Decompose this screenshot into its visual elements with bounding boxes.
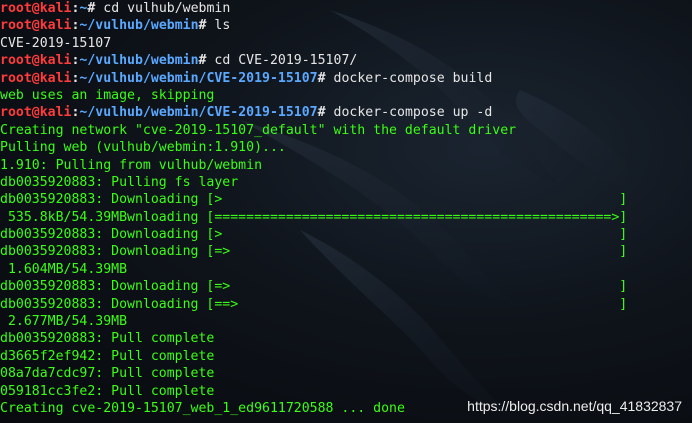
terminal-line: 1.910: Pulling from vulhub/webmin — [0, 157, 627, 174]
prompt-user: root@kali — [0, 105, 72, 121]
output-text: db0035920883: Downloading [=> ] — [0, 279, 628, 295]
terminal-line: root@kali:~/vulhub/webmin# cd CVE-2019-1… — [0, 52, 627, 69]
terminal-line: CVE-2019-15107 — [0, 35, 627, 52]
output-text: 1.604MB/54.39MB — [0, 261, 128, 277]
prompt-symbol: # — [317, 105, 334, 121]
output-text: 535.8kB/54.39MBwnloading [==============… — [0, 209, 628, 225]
terminal-line: 08a7da7cdc97: Pull complete — [0, 365, 627, 382]
terminal-line: 535.8kB/54.39MBwnloading [==============… — [0, 209, 627, 226]
command-text: cd vulhub/webmin — [103, 1, 231, 16]
command-text: ls — [214, 18, 231, 34]
output-text: CVE-2019-15107 — [0, 35, 112, 51]
output-text: db0035920883: Downloading [> ] — [0, 227, 628, 243]
terminal-line: d3665f2ef942: Pull complete — [0, 348, 627, 365]
terminal-window[interactable]: root@kali:~# cd vulhub/webmin root@kali:~… — [0, 0, 692, 423]
terminal-line: root@kali:~/vulhub/webmin/CVE-2019-15107… — [0, 104, 627, 121]
terminal-line: web uses an image, skipping — [0, 87, 627, 104]
output-text: db0035920883: Pull complete — [0, 331, 215, 347]
terminal-line: db0035920883: Pulling fs layer — [0, 174, 627, 191]
output-text: web uses an image, skipping — [0, 87, 215, 103]
prompt-path: ~/vulhub/webmin/CVE-2019-15107 — [79, 105, 318, 121]
prompt-user: root@kali — [0, 53, 72, 69]
prompt-path: ~/vulhub/webmin/CVE-2019-15107 — [79, 70, 318, 86]
output-text: db0035920883: Downloading [==> ] — [0, 296, 628, 312]
output-text: 08a7da7cdc97: Pull complete — [0, 366, 215, 382]
terminal-line: db0035920883: Downloading [=> ] — [0, 243, 627, 260]
terminal-line: db0035920883: Pull complete — [0, 330, 627, 347]
prompt-user: root@kali — [0, 70, 72, 86]
output-text: db0035920883: Pulling fs layer — [0, 174, 239, 190]
terminal-line: root@kali:~/vulhub/webmin# ls — [0, 17, 627, 34]
prompt-path: ~/vulhub/webmin — [79, 18, 199, 34]
terminal-line: root@kali:~# cd vulhub/webmin — [0, 0, 627, 17]
terminal-line: Pulling web (vulhub/webmin:1.910)... — [0, 139, 627, 156]
prompt-symbol: # — [198, 53, 215, 69]
terminal-line: 1.604MB/54.39MB — [0, 261, 627, 278]
command-text: docker-compose up -d — [333, 105, 493, 121]
terminal-line: Creating network "cve-2019-15107_default… — [0, 122, 627, 139]
output-text: Creating cve-2019-15107_web_1_ed96117205… — [0, 400, 405, 416]
command-text: docker-compose build — [333, 70, 493, 86]
terminal-line: 2.677MB/54.39MB — [0, 313, 627, 330]
terminal-line: db0035920883: Downloading [> ] — [0, 226, 627, 243]
output-text: 059181cc3fe2: Pull complete — [0, 383, 215, 399]
terminal-output: root@kali:~# cd vulhub/webmin root@kali:~… — [0, 0, 627, 417]
prompt-user: root@kali — [0, 1, 72, 16]
terminal-line: root@kali:~/vulhub/webmin/CVE-2019-15107… — [0, 70, 627, 87]
prompt-symbol: # — [87, 1, 104, 16]
output-text: Creating network "cve-2019-15107_default… — [0, 122, 517, 138]
watermark-text: https://blog.csdn.net/qq_41832837 — [467, 398, 682, 414]
output-text: 1.910: Pulling from vulhub/webmin — [0, 157, 263, 173]
command-text: cd CVE-2019-15107/ — [214, 53, 358, 69]
output-text: db0035920883: Downloading [> ] — [0, 192, 628, 208]
output-text: db0035920883: Downloading [=> ] — [0, 244, 628, 260]
prompt-path: ~/vulhub/webmin — [79, 53, 199, 69]
terminal-line: db0035920883: Downloading [> ] — [0, 191, 627, 208]
terminal-line: db0035920883: Downloading [==> ] — [0, 296, 627, 313]
prompt-user: root@kali — [0, 18, 72, 34]
output-text: Pulling web (vulhub/webmin:1.910)... — [0, 140, 286, 156]
prompt-symbol: # — [198, 18, 215, 34]
output-text: 2.677MB/54.39MB — [0, 314, 128, 330]
prompt-symbol: # — [317, 70, 334, 86]
terminal-line: db0035920883: Downloading [=> ] — [0, 278, 627, 295]
output-text: d3665f2ef942: Pull complete — [0, 348, 215, 364]
